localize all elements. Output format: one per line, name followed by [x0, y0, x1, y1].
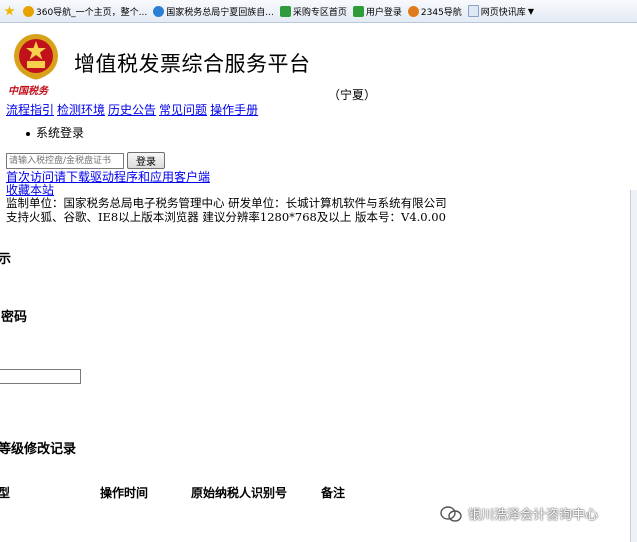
- column-header-type: 型: [0, 486, 11, 500]
- favorite-web-slice-link[interactable]: 网页快讯库 ▼: [467, 5, 534, 18]
- favorites-star-button[interactable]: [4, 5, 17, 17]
- favorite-label: 2345导航: [420, 7, 462, 18]
- system-login-item: 系统登录: [26, 124, 84, 141]
- page-icon: [467, 5, 479, 17]
- column-header-taxpayer-id: 原始纳税人识别号: [191, 486, 288, 500]
- nav-check-env-link[interactable]: 检测环境: [57, 103, 105, 117]
- watermark-text: 银川浩泽会计咨询中心: [468, 508, 599, 523]
- star-icon: [4, 5, 15, 16]
- favorite-360-link[interactable]: 360导航_一个主页，整个...: [23, 5, 147, 18]
- nav-announcements-link[interactable]: 历史公告: [108, 103, 156, 117]
- emblem-caption: 中国税务: [8, 86, 48, 97]
- login-button[interactable]: 登录: [127, 152, 165, 169]
- nav-process-guide-link[interactable]: 流程指引: [6, 103, 54, 117]
- g-icon: [352, 5, 364, 17]
- wechat-icon: [440, 505, 462, 522]
- background-history-heading: 等级修改记录: [0, 442, 77, 457]
- nav-links: 流程指引 检测环境 历史公告 常见问题 操作手册: [6, 101, 261, 118]
- favorite-label: 网页快讯库: [480, 7, 526, 18]
- page-title: 增值税发票综合服务平台: [74, 52, 311, 76]
- watermark: 银川浩泽会计咨询中心: [440, 504, 598, 523]
- favorite-user-login-link[interactable]: 用户登录: [352, 5, 402, 18]
- window-edge: [630, 190, 637, 542]
- cert-password-input[interactable]: [6, 152, 124, 169]
- chevron-down-icon[interactable]: ▼: [528, 7, 534, 16]
- column-header-time: 操作时间: [100, 486, 149, 500]
- background-tip-heading: 示: [0, 252, 12, 267]
- favorite-label: 用户登录: [365, 7, 402, 18]
- favorite-procurement-link[interactable]: 采购专区首页: [279, 5, 347, 18]
- tax-emblem-icon: [14, 34, 58, 80]
- bullet-icon: [26, 131, 30, 136]
- favorite-label: 采购专区首页: [292, 7, 347, 18]
- favorite-label: 国家税务总局宁夏回族自...: [166, 7, 274, 18]
- column-header-remark: 备注: [321, 486, 346, 500]
- favorite-tax-bureau-link[interactable]: 国家税务总局宁夏回族自...: [153, 5, 274, 18]
- background-password-input[interactable]: [0, 369, 81, 384]
- login-row: 登录: [6, 152, 165, 169]
- 360-icon: [23, 5, 34, 17]
- nav-faq-link[interactable]: 常见问题: [159, 103, 207, 117]
- favorite-2345-link[interactable]: 2345导航: [407, 5, 462, 18]
- favorites-bar: 360导航_一个主页，整个... 国家税务总局宁夏回族自... 采购专区首页 用…: [0, 0, 637, 23]
- g-icon: [279, 5, 291, 17]
- nav-manual-link[interactable]: 操作手册: [210, 103, 258, 117]
- region-label: （宁夏）: [328, 88, 377, 102]
- favorite-label: 360导航_一个主页，整个...: [36, 7, 148, 18]
- background-password-heading: 密码: [1, 310, 28, 325]
- tree-icon: [407, 5, 419, 17]
- ie-page-icon: [153, 5, 165, 17]
- browser-support-info: 支持火狐、谷歌、IE8以上版本浏览器 建议分辨率1280*768及以上 版本号：…: [6, 210, 446, 224]
- system-login-label: 系统登录: [36, 126, 85, 140]
